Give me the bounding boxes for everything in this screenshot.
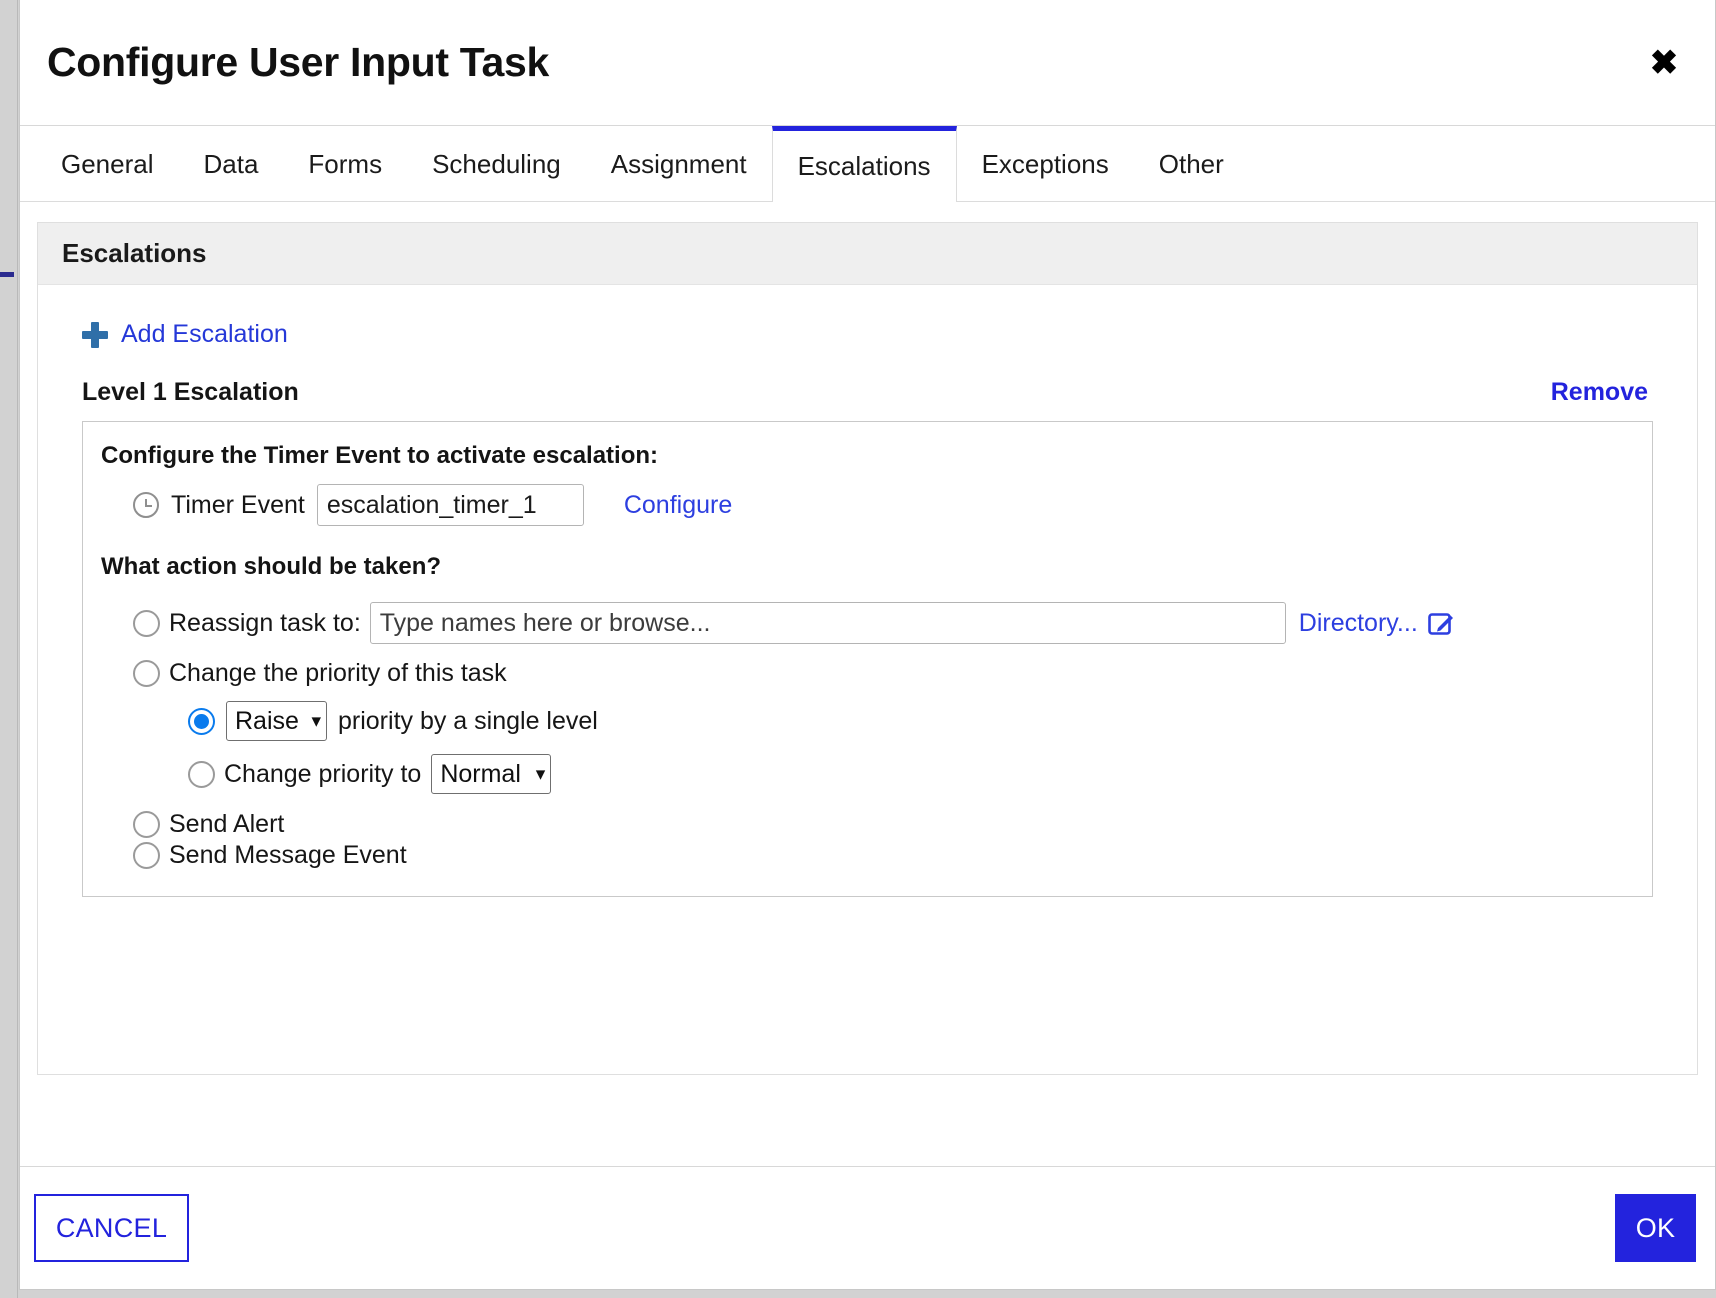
ok-button[interactable]: OK <box>1615 1194 1696 1262</box>
raise-priority-radio[interactable] <box>188 707 215 735</box>
tab-other[interactable]: Other <box>1134 126 1249 202</box>
raise-priority-select-value: Raise <box>235 706 299 735</box>
escalation-detail-box: Configure the Timer Event to activate es… <box>82 421 1653 897</box>
reassign-task-label: Reassign task to: <box>169 608 361 637</box>
tab-general[interactable]: General <box>36 126 179 202</box>
send-message-event-row: Send Message Event <box>133 841 1652 870</box>
tab-forms[interactable]: Forms <box>283 126 407 202</box>
escalation-level-header: Level 1 Escalation Remove <box>82 378 1653 407</box>
edit-square-icon[interactable] <box>1427 611 1455 636</box>
change-priority-to-row: Change priority to Normal ▾ <box>188 754 1652 794</box>
send-alert-row: Send Alert <box>133 810 1652 839</box>
cancel-button[interactable]: CANCEL <box>34 1194 189 1262</box>
tab-bar: General Data Forms Scheduling Assignment… <box>20 126 1715 202</box>
configure-user-input-task-dialog: Configure User Input Task ✖ General Data… <box>19 0 1716 1290</box>
change-priority-to-radio[interactable] <box>188 760 215 788</box>
escalations-panel-header: Escalations <box>38 223 1697 285</box>
raise-priority-suffix-label: priority by a single level <box>338 706 598 735</box>
tab-data[interactable]: Data <box>179 126 284 202</box>
escalations-panel-body: Add Escalation Level 1 Escalation Remove… <box>38 285 1697 897</box>
change-priority-radio[interactable] <box>133 660 160 687</box>
change-priority-label: Change the priority of this task <box>169 659 507 687</box>
timer-event-row: Timer Event Configure <box>133 484 1652 526</box>
dialog-footer: CANCEL OK <box>20 1166 1715 1289</box>
escalation-level-title: Level 1 Escalation <box>82 378 299 406</box>
tab-exceptions[interactable]: Exceptions <box>957 126 1134 202</box>
tab-assignment[interactable]: Assignment <box>586 126 772 202</box>
raise-priority-row: Raise ▾ priority by a single level <box>188 701 1652 741</box>
configure-timer-link[interactable]: Configure <box>624 491 732 520</box>
change-priority-to-label: Change priority to <box>224 759 422 788</box>
escalations-panel: Escalations Add Escalation Level 1 Escal… <box>37 222 1698 1075</box>
dialog-header: Configure User Input Task ✖ <box>20 0 1715 126</box>
add-escalation-button[interactable]: Add Escalation <box>82 320 288 349</box>
send-alert-label: Send Alert <box>169 810 285 838</box>
panel-title: Escalations <box>62 238 207 268</box>
close-icon[interactable]: ✖ <box>1641 40 1687 86</box>
reassign-task-row: Reassign task to: Directory... <box>133 602 1652 644</box>
reassign-task-radio[interactable] <box>133 609 160 637</box>
raise-priority-select[interactable]: Raise ▾ <box>226 701 327 741</box>
timer-event-label: Timer Event <box>171 490 305 519</box>
priority-level-select-value: Normal <box>440 759 521 788</box>
action-section-label: What action should be taken? <box>101 553 442 580</box>
chevron-down-icon: ▾ <box>311 710 321 732</box>
dialog-body: Escalations Add Escalation Level 1 Escal… <box>20 202 1715 1166</box>
chevron-down-icon: ▾ <box>535 763 546 785</box>
background-marker <box>0 272 14 277</box>
tab-escalations[interactable]: Escalations <box>771 126 957 202</box>
timer-event-input[interactable] <box>316 484 584 526</box>
send-alert-radio[interactable] <box>133 811 160 838</box>
dialog-title: Configure User Input Task <box>47 39 550 85</box>
reassign-names-input[interactable] <box>369 602 1286 644</box>
directory-link[interactable]: Directory... <box>1299 609 1418 638</box>
change-priority-row: Change the priority of this task <box>133 659 1652 688</box>
priority-level-select[interactable]: Normal ▾ <box>431 754 552 794</box>
remove-escalation-link[interactable]: Remove <box>1551 378 1648 407</box>
timer-section-label: Configure the Timer Event to activate es… <box>101 442 659 469</box>
background-divider <box>17 0 18 1298</box>
clock-icon <box>133 492 159 518</box>
send-message-event-radio[interactable] <box>133 842 160 869</box>
plus-icon <box>82 321 108 348</box>
add-escalation-label: Add Escalation <box>121 320 288 348</box>
tab-scheduling[interactable]: Scheduling <box>407 126 586 202</box>
send-message-event-label: Send Message Event <box>169 841 407 869</box>
